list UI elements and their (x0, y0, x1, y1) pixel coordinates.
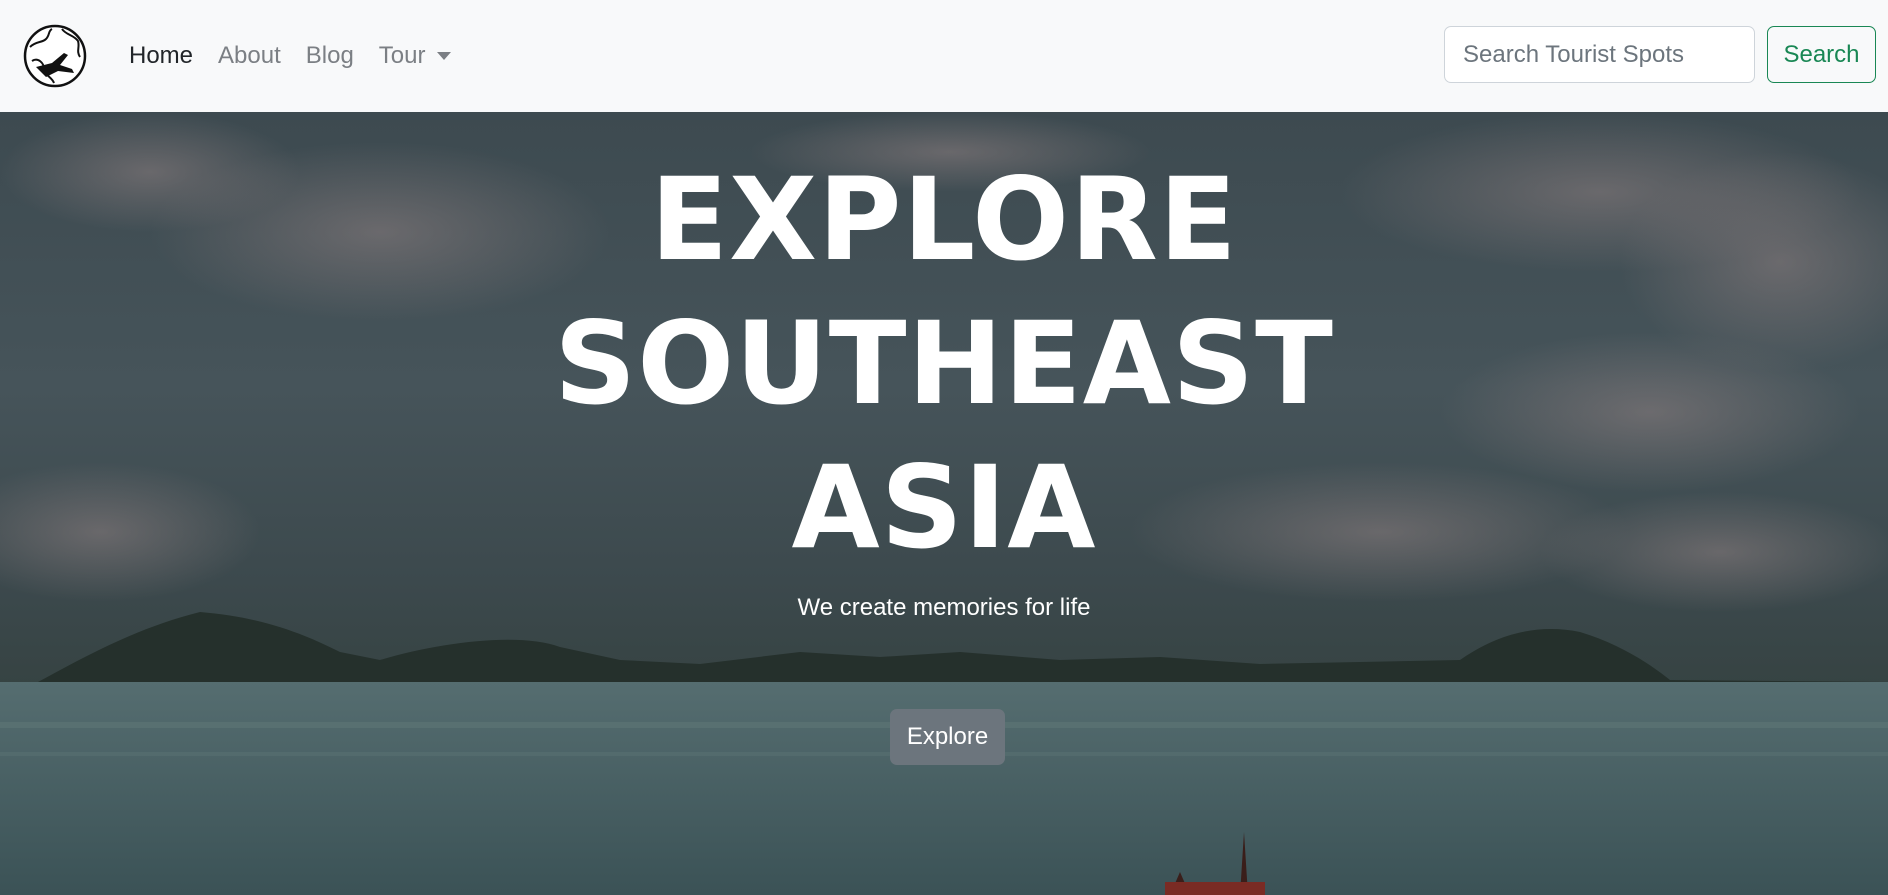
nav-link-blog[interactable]: Blog (306, 42, 354, 70)
hero-content: EXPLORE SOUTHEAST ASIA We create memorie… (0, 148, 1888, 622)
hero-title-line: EXPLORE (650, 153, 1238, 286)
chevron-down-icon (437, 52, 452, 60)
nav-link-tour-label: Tour (378, 42, 426, 69)
hero-title: EXPLORE SOUTHEAST ASIA (0, 148, 1888, 580)
hero-subtitle: We create memories for life (797, 594, 1091, 621)
search-button[interactable]: Search (1767, 26, 1876, 83)
hero-section: EXPLORE SOUTHEAST ASIA We create memorie… (0, 112, 1888, 895)
explore-button[interactable]: Explore (890, 709, 1005, 765)
search-form: Search (1444, 26, 1876, 83)
nav-link-home[interactable]: Home (129, 42, 193, 70)
globe-airplane-logo-icon[interactable] (22, 23, 88, 89)
search-input[interactable] (1444, 26, 1755, 83)
hero-title-line: ASIA (791, 441, 1097, 574)
nav-links: Home About Blog Tour (129, 42, 476, 70)
navbar: Home About Blog Tour Search (0, 0, 1888, 112)
nav-link-about[interactable]: About (218, 42, 281, 70)
hero-title-line: SOUTHEAST (554, 297, 1334, 430)
nav-dropdown-tour[interactable]: Tour (379, 42, 452, 70)
